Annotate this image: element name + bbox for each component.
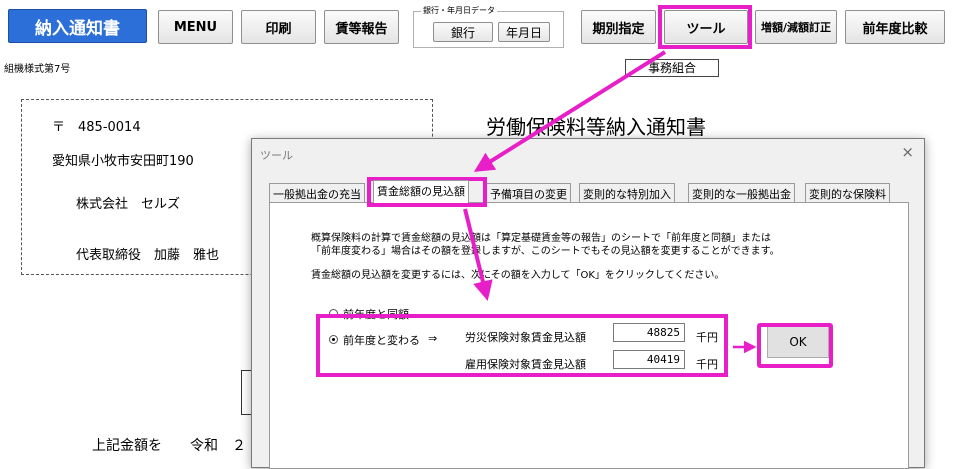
document-heading: 労働保険料等納入通知書	[486, 115, 706, 139]
footer-text: 上記金額を 令和 ２	[92, 438, 246, 454]
period-button[interactable]: 期別指定	[581, 10, 656, 44]
wage-report-button[interactable]: 賃等報告	[324, 10, 399, 44]
input-group-highlight	[316, 314, 728, 377]
tab-irregular-contribution[interactable]: 変則的な一般拠出金	[688, 183, 795, 202]
company-name: 株式会社 セルズ	[76, 197, 181, 212]
prev-year-button[interactable]: 前年度比較	[845, 10, 945, 44]
form-label: 組機様式第7号	[4, 64, 71, 75]
tab-irregular-premium[interactable]: 変則的な保険料	[805, 183, 890, 202]
date-button[interactable]: 年月日	[498, 22, 550, 42]
close-icon[interactable]: ×	[901, 143, 914, 161]
tool-dialog: ツール × 一般拠出金の充当 賃金総額の見込額 予備項目の変更 変則的な特別加入…	[251, 138, 925, 469]
print-button[interactable]: 印刷	[241, 10, 316, 44]
ok-button-highlight	[757, 323, 833, 368]
title-button[interactable]: 納入通知書	[8, 9, 147, 43]
correction-button[interactable]: 増額/減額訂正	[755, 10, 837, 44]
bank-date-group-caption: 銀行・年月日データ	[421, 5, 497, 16]
postal-code: 〒 485-0014	[52, 120, 141, 135]
instruction-line-3: 賃金総額の見込額を変更するには、次にその額を入力して「OK」をクリックしてくださ…	[311, 270, 725, 281]
tab-wage-estimate[interactable]: 賃金総額の見込額	[373, 180, 469, 203]
representative-name: 代表取締役 加藤 雅也	[76, 248, 220, 263]
tool-button-highlight	[658, 5, 752, 49]
address-line: 愛知県小牧市安田町190	[52, 154, 194, 169]
menu-button[interactable]: MENU	[158, 10, 233, 44]
dialog-title: ツール	[260, 149, 293, 162]
tab-special-enrollment[interactable]: 変則的な特別加入	[579, 183, 675, 202]
instruction-line-2: 「前年度変わる」場合はその額を登録しますが、このシートでもその見込額を変更するこ…	[311, 246, 780, 257]
tab-general-contribution[interactable]: 一般拠出金の充当	[269, 183, 365, 202]
tab-reserve-items[interactable]: 予備項目の変更	[486, 183, 571, 202]
bank-button[interactable]: 銀行	[433, 22, 493, 42]
office-label-box: 事務組合	[625, 59, 719, 77]
